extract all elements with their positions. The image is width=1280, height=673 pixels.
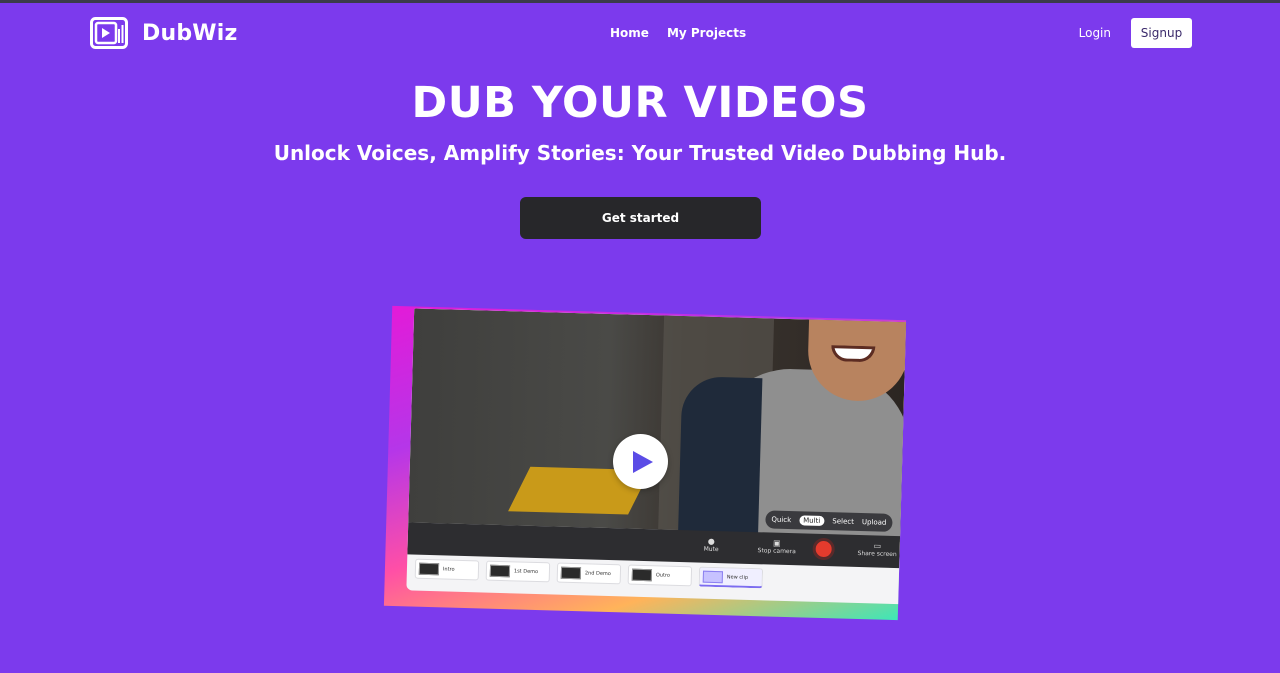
signup-button[interactable]: Signup [1131,18,1192,48]
mode-quick: Quick [771,515,792,525]
get-started-button[interactable]: Get started [520,197,761,239]
stop-camera-control: ▣ Stop camera [757,538,796,556]
add-clip-icon [702,570,724,583]
auth-actions: Login Signup [1079,18,1192,48]
login-link[interactable]: Login [1079,26,1111,40]
clip-thumbnail [418,562,440,576]
mode-upload: Upload [861,518,887,527]
clip-thumbnail [489,564,511,578]
clip-item: 1st Demo [485,560,551,583]
record-button [812,537,835,561]
nav-home-link[interactable]: Home [610,26,649,40]
video-logo-icon [90,17,128,49]
top-nav: DubWiz Home My Projects Login Signup [0,3,1280,65]
new-clip-item: New clip [698,566,764,589]
microphone-icon: ● [707,536,715,546]
clip-thumbnail [631,568,653,582]
clip-item: 2nd Demo [556,562,622,585]
clip-thumbnail [560,566,582,580]
camera-feed: Quick Multi Select Upload [408,308,907,543]
nav-my-projects-link[interactable]: My Projects [667,26,746,40]
clip-item: Outro [627,564,693,587]
hero-subtitle: Unlock Voices, Amplify Stories: Your Tru… [273,141,1007,165]
mode-switcher: Quick Multi Select Upload [765,510,893,532]
clip-item: Intro [414,558,480,581]
mode-multi: Multi [799,515,825,527]
brand-name: DubWiz [142,20,238,46]
play-icon [633,451,653,473]
share-screen-control: ▭ Share screen [857,541,897,559]
mode-select: Select [832,517,855,526]
play-button[interactable] [613,434,668,489]
hero-title: DUB YOUR VIDEOS [411,78,869,128]
mute-control: ● Mute [703,536,719,554]
clip-list: Intro 1st Demo 2nd Demo Outro New clip [414,558,764,589]
nav-links: Home My Projects [610,26,746,40]
brand[interactable]: DubWiz [90,17,237,49]
